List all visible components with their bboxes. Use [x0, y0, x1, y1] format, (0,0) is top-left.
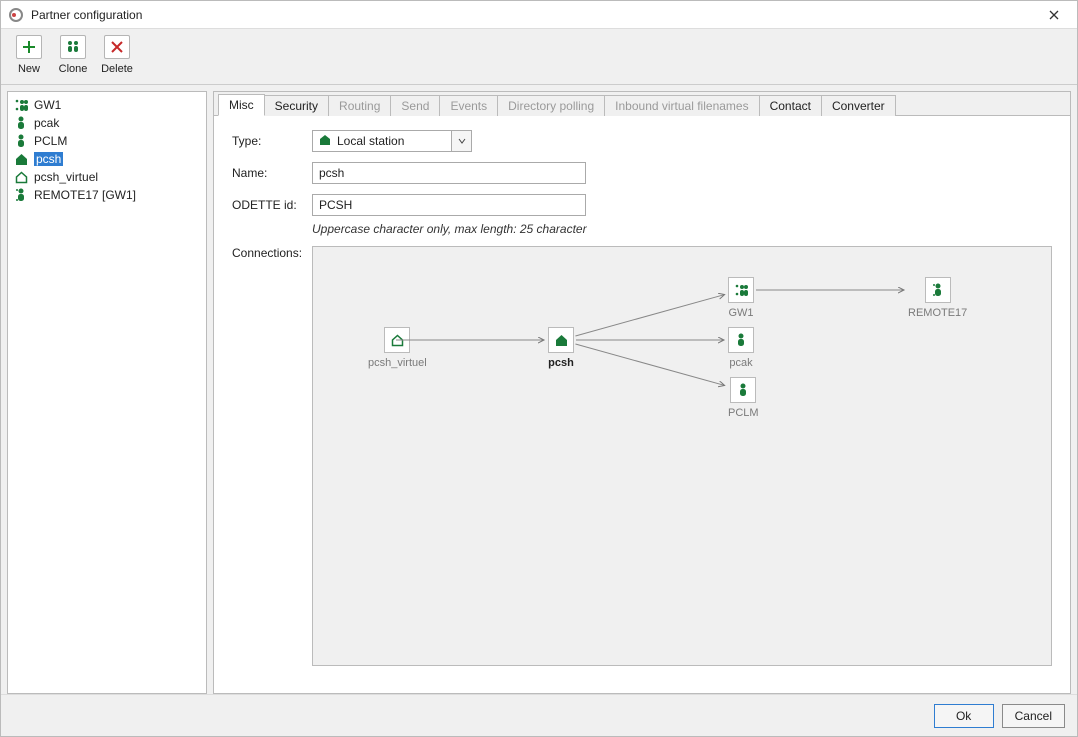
sidebar-item-label: pcak: [34, 116, 59, 130]
sidebar-item-pcsh[interactable]: pcsh: [10, 150, 204, 168]
house-icon: [319, 134, 331, 149]
edge-GW1-REMOTE17: [313, 247, 1051, 665]
chevron-down-icon: [451, 131, 471, 151]
sidebar-item-pcak[interactable]: pcak: [10, 114, 204, 132]
tab-routing: Routing: [328, 95, 391, 116]
toolbar: New Clone Delete: [1, 29, 1077, 85]
name-value: pcsh: [319, 166, 344, 180]
delete-icon: [104, 35, 130, 59]
odette-input[interactable]: PCSH: [312, 194, 586, 216]
title-bar: Partner configuration: [1, 1, 1077, 29]
sidebar-item-pclm[interactable]: PCLM: [10, 132, 204, 150]
sidebar-item-remote17-gw1-[interactable]: REMOTE17 [GW1]: [10, 186, 204, 204]
delete-button[interactable]: Delete: [97, 35, 137, 75]
tab-send: Send: [390, 95, 440, 116]
plus-icon: [16, 35, 42, 59]
sidebar-item-label: PCLM: [34, 134, 67, 148]
name-label: Name:: [232, 166, 312, 180]
tab-inbound-virtual-filenames: Inbound virtual filenames: [604, 95, 759, 116]
new-label: New: [18, 63, 40, 75]
type-label: Type:: [232, 134, 312, 148]
window-title: Partner configuration: [31, 8, 1039, 22]
new-button[interactable]: New: [9, 35, 49, 75]
sidebar-item-pcsh-virtuel[interactable]: pcsh_virtuel: [10, 168, 204, 186]
connections-diagram[interactable]: pcsh_virtuelpcshGW1pcakPCLMREMOTE17: [312, 246, 1052, 666]
misc-panel: Type: Local station Name:: [214, 116, 1070, 693]
connections-label: Connections:: [232, 246, 312, 260]
tab-security[interactable]: Security: [264, 95, 329, 116]
house-outline-icon: [14, 170, 28, 184]
cancel-button[interactable]: Cancel: [1002, 704, 1065, 728]
content-pane: MiscSecurityRoutingSendEventsDirectory p…: [213, 91, 1071, 694]
tab-converter[interactable]: Converter: [821, 95, 896, 116]
close-button[interactable]: [1039, 5, 1069, 25]
sidebar-item-gw1[interactable]: GW1: [10, 96, 204, 114]
type-value: Local station: [337, 134, 404, 148]
tab-misc[interactable]: Misc: [218, 94, 265, 116]
odette-label: ODETTE id:: [232, 198, 312, 212]
tab-contact[interactable]: Contact: [759, 95, 822, 116]
sidebar-item-label: pcsh_virtuel: [34, 170, 98, 184]
type-select[interactable]: Local station: [312, 130, 472, 152]
close-icon: [1049, 10, 1059, 20]
sidebar-item-label: GW1: [34, 98, 61, 112]
clone-button[interactable]: Clone: [53, 35, 93, 75]
odette-value: PCSH: [319, 198, 352, 212]
app-icon: [9, 8, 23, 22]
sidebar-item-label: REMOTE17 [GW1]: [34, 188, 136, 202]
house-icon: [14, 152, 28, 166]
odette-helper: Uppercase character only, max length: 25…: [312, 222, 1052, 236]
delete-label: Delete: [101, 63, 133, 75]
person-icon: [14, 116, 28, 130]
remote-icon: [14, 188, 28, 202]
tab-bar: MiscSecurityRoutingSendEventsDirectory p…: [214, 92, 1070, 116]
tab-events: Events: [439, 95, 498, 116]
tab-directory-polling: Directory polling: [497, 95, 605, 116]
sidebar-item-label: pcsh: [34, 152, 63, 166]
dialog-footer: Ok Cancel: [1, 694, 1077, 736]
person-icon: [14, 134, 28, 148]
clone-icon: [60, 35, 86, 59]
name-input[interactable]: pcsh: [312, 162, 586, 184]
ok-button[interactable]: Ok: [934, 704, 994, 728]
partner-list[interactable]: GW1 pcak PCLM pcsh pcsh_virtuel REMOTE17 [GW1…: [7, 91, 207, 694]
gateway-icon: [14, 98, 28, 112]
clone-label: Clone: [59, 63, 88, 75]
